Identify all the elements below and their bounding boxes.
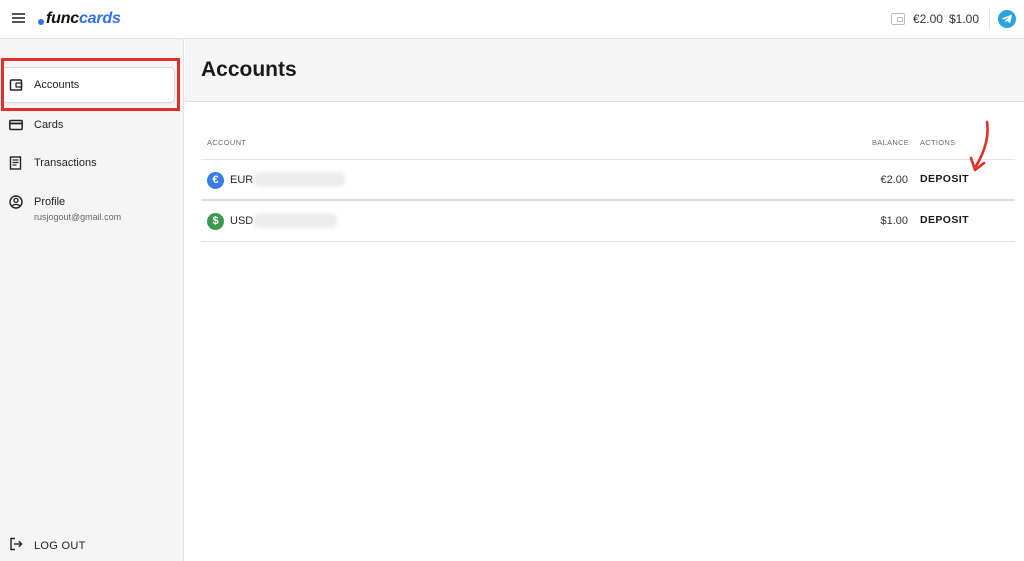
table-header: ACCOUNT BALANCE ACTIONS [201,130,1015,160]
column-header-balance: BALANCE [872,138,910,147]
logo-dot [38,18,44,25]
table-row: € EUR €2.00 DEPOSIT [201,160,1015,201]
column-header-actions: ACTIONS [920,138,956,147]
page-header: Accounts [185,39,1024,102]
account-currency: EUR [230,174,254,186]
receipt-icon [9,156,23,170]
sidebar: Accounts Cards Transactions Profile rusj… [0,39,184,561]
deposit-button[interactable]: DEPOSIT [920,214,969,226]
header-usd-balance: $1.00 [948,12,979,26]
sidebar-item-label: Accounts [34,79,80,91]
hamburger-menu-icon[interactable] [11,11,27,25]
sidebar-item-cards[interactable]: Cards [0,108,184,142]
sidebar-item-label: Transactions [34,157,97,169]
table-row: $ USD $1.00 DEPOSIT [201,201,1015,242]
logout-label: LOG OUT [34,539,86,552]
page-title: Accounts [201,58,297,81]
header-balances: €2.00 $1.00 [890,8,1016,30]
wallet-icon [9,78,23,92]
account-currency: USD [230,215,254,227]
account-balance: €2.00 [880,174,908,186]
account-balance: $1.00 [880,215,908,227]
user-circle-icon [9,195,23,209]
top-bar: funccards €2.00 $1.00 [0,0,1024,39]
header-eur-balance: €2.00 [912,12,943,26]
logo-text-cards: cards [78,10,121,27]
column-header-account: ACCOUNT [207,138,247,147]
logout-button[interactable]: LOG OUT [9,537,86,554]
logo-text-func: func [46,10,79,27]
telegram-icon[interactable] [998,10,1016,28]
deposit-button[interactable]: DEPOSIT [920,173,969,185]
sidebar-item-label: Cards [34,119,64,131]
app-logo[interactable]: funccards [38,9,121,29]
header-divider [989,8,990,30]
logout-icon [9,537,23,554]
account-number-redacted [253,172,345,187]
wallet-icon [890,13,905,25]
accounts-table: ACCOUNT BALANCE ACTIONS € EUR €2.00 DEPO… [201,130,1015,242]
red-arrow-annotation [969,120,989,172]
euro-icon: € [207,172,224,189]
profile-email: rusjogout@gmail.com [34,212,122,222]
dollar-icon: $ [207,213,224,230]
credit-card-icon [9,118,23,132]
sidebar-item-accounts[interactable]: Accounts [0,68,184,102]
sidebar-item-transactions[interactable]: Transactions [0,146,184,180]
account-number-redacted [253,213,337,228]
sidebar-item-label: Profile [34,196,66,208]
